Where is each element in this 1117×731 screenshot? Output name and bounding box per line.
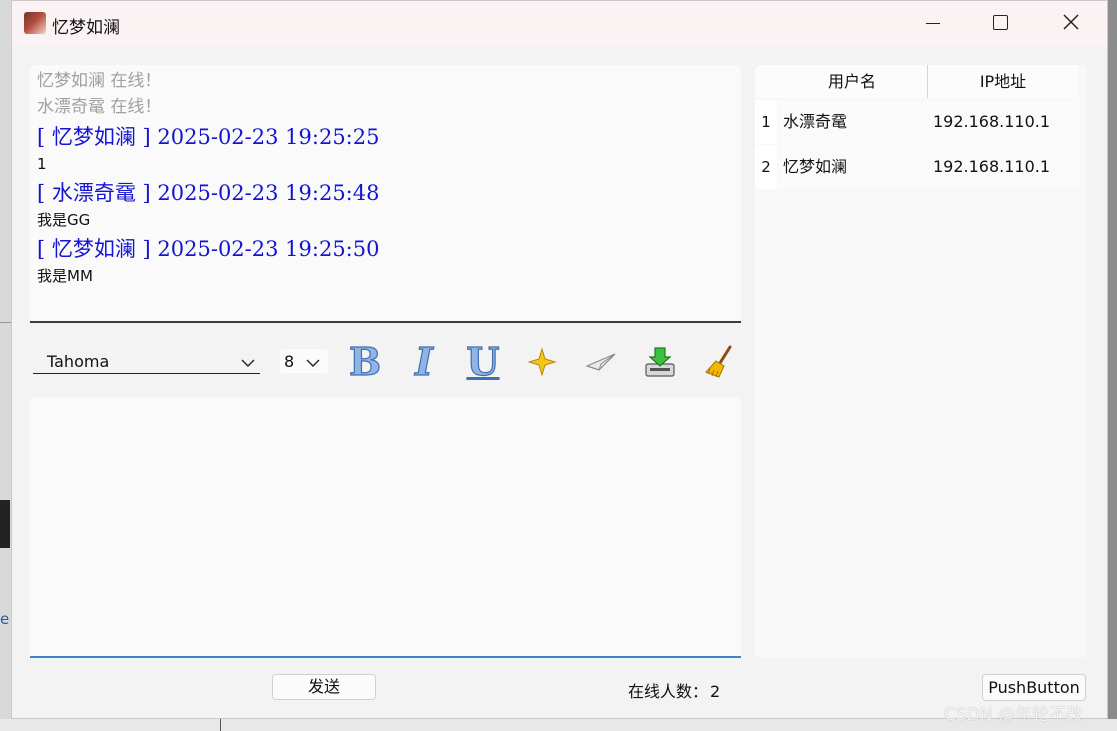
window-title: 忆梦如澜 [52,18,120,38]
bold-button[interactable]: B [348,339,382,384]
message-input[interactable] [30,397,741,658]
message-header: [ 忆梦如澜 ] 2025-02-23 19:25:25 [37,125,380,149]
text-color-button[interactable] [525,345,559,379]
send-button[interactable]: 发送 [272,674,376,700]
text-color-icon [527,347,557,377]
font-size-value: 8 [284,352,295,371]
online-count-label: 在线人数： 2 [628,678,720,702]
column-header-username[interactable]: 用户名 [777,65,928,98]
save-icon [645,347,675,377]
maximize-button[interactable] [978,1,1024,45]
table-corner[interactable] [755,65,778,98]
message-header: [ 忆梦如澜 ] 2025-02-23 19:25:50 [37,237,380,261]
background-dark-block [0,500,10,548]
username-cell[interactable]: 水漂奇鼋 [778,100,928,144]
online-count-value: 2 [710,682,721,701]
online-label-text: 在线人数： [628,682,709,701]
close-icon [1063,14,1079,30]
chevron-down-icon [306,359,320,367]
underline-button[interactable]: U [466,339,500,384]
bold-icon: B [348,339,382,384]
table-row[interactable]: 2 忆梦如澜 192.168.110.1 [755,145,1080,189]
ip-cell[interactable]: 192.168.110.1 [928,145,1080,189]
row-number[interactable]: 2 [755,145,777,189]
italic-icon: I [415,339,434,384]
watermark: CSDN @年轮不改 [944,705,1083,725]
message-body: 1 [37,155,47,173]
maximize-icon [993,15,1008,30]
user-table[interactable]: 用户名 IP地址 1 水漂奇鼋 192.168.110.1 2 忆梦如澜 192… [755,65,1087,658]
font-size-select[interactable]: 8 [280,349,328,373]
minimize-button[interactable] [910,1,956,45]
chat-history-panel[interactable]: 忆梦如澜 在线！ 水漂奇鼋 在线！ [ 忆梦如澜 ] 2025-02-23 19… [30,65,741,323]
table-row[interactable]: 1 水漂奇鼋 192.168.110.1 [755,100,1080,144]
background-bottom-divider [220,719,221,731]
font-family-select[interactable]: Tahoma [33,349,260,374]
format-toolbar: Tahoma 8 B I U [30,339,741,384]
font-family-value: Tahoma [47,352,110,371]
message-body: 我是GG [37,211,91,229]
system-message: 水漂奇鼋 在线！ [37,97,162,117]
message-header: [ 水漂奇鼋 ] 2025-02-23 19:25:48 [37,181,380,205]
chevron-down-icon [241,359,255,367]
send-file-button[interactable] [584,345,618,379]
username-cell[interactable]: 忆梦如澜 [778,145,928,189]
app-avatar-icon [24,12,46,34]
chat-window: 忆梦如澜 忆梦如澜 在线！ 水漂奇鼋 在线！ [ 忆梦如澜 ] 2025-02-… [11,0,1108,719]
ip-cell[interactable]: 192.168.110.1 [928,100,1080,144]
push-button[interactable]: PushButton [982,674,1086,701]
system-message: 忆梦如澜 在线！ [37,71,162,91]
underline-icon: U [466,339,500,384]
save-chat-button[interactable] [643,345,677,379]
send-file-icon [585,353,616,371]
italic-button[interactable]: I [407,339,441,384]
minimize-icon [926,23,940,24]
message-body: 我是MM [37,267,93,285]
close-button[interactable] [1048,1,1094,45]
clear-button[interactable] [702,345,736,379]
row-number[interactable]: 1 [755,100,777,144]
background-link-fragment[interactable]: er [0,610,10,628]
column-header-ip[interactable]: IP地址 [928,65,1078,98]
clear-icon [705,345,732,378]
title-bar[interactable]: 忆梦如澜 [12,1,1107,45]
